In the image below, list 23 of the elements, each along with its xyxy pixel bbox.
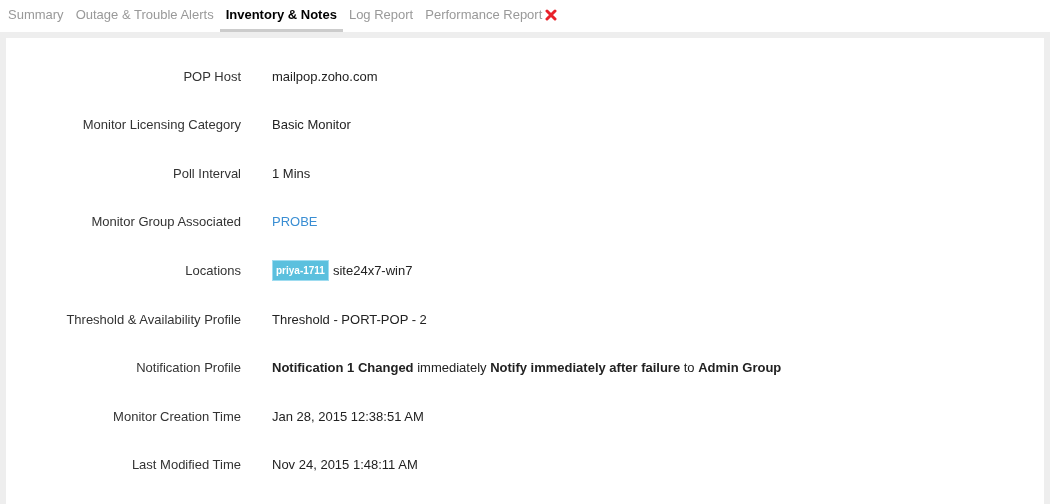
field-value: Basic Monitor	[272, 116, 351, 135]
field-label: Last Modified Time	[130, 456, 241, 475]
field-label: Monitor Group Associated	[90, 213, 241, 232]
field-label: Monitor Licensing Category	[81, 116, 241, 135]
tab[interactable]: Summary	[2, 0, 70, 32]
field-label: Notification Profile	[135, 359, 241, 378]
field-value: 1 Mins	[272, 164, 311, 183]
field-label: Poll Interval	[172, 164, 241, 183]
field-value: Nov 24, 2015 1:48:11 AM	[272, 456, 418, 475]
field-label: Locations	[184, 261, 241, 280]
field-value: Jan 28, 2015 12:38:51 AM	[272, 407, 424, 426]
field-label: Threshold & Availability Profile	[65, 310, 241, 329]
field-value: mailpop.zoho.com	[272, 67, 378, 86]
tab[interactable]: Outage & Trouble Alerts	[69, 0, 220, 32]
field-label: POP Host	[182, 67, 241, 86]
field-value: Threshold - PORT-POP - 2	[272, 310, 427, 329]
field-label: Monitor Creation Time	[112, 407, 241, 426]
field-value: Notification 1 Changed immediately Notify immediately after failure to Admin Group	[272, 359, 782, 378]
tab[interactable]: Performance Report	[419, 0, 564, 32]
location-tag: priya-1711	[272, 260, 329, 282]
tab[interactable]: Log Report	[342, 0, 420, 32]
field-value: site24x7-win7	[332, 261, 413, 280]
group-link[interactable]: PROBE	[272, 212, 318, 232]
